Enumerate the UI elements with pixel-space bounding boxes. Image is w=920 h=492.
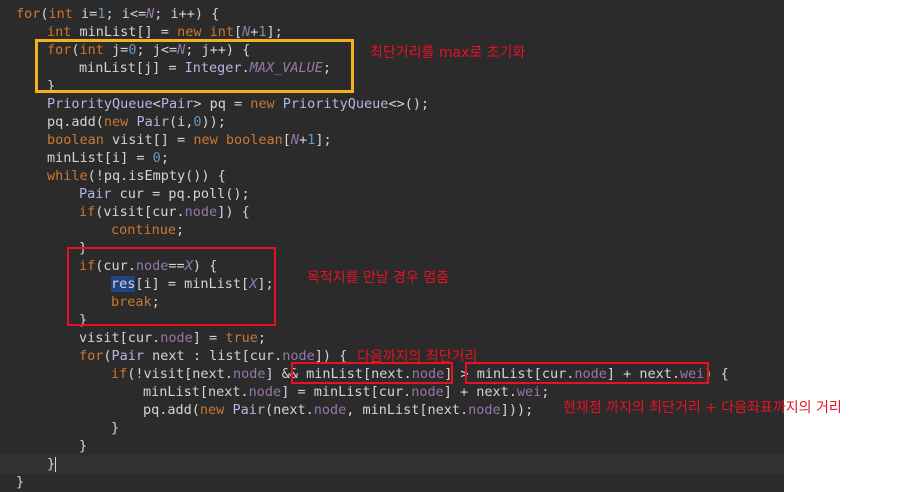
destination-check-highlight-box [67, 247, 276, 326]
code-line[interactable]: minList[i] = 0; [47, 149, 169, 167]
code-line[interactable]: pq.add(new Pair(i,0)); [47, 113, 226, 131]
next-annotation: 다음까지의 최단거리 [357, 349, 478, 365]
code-line[interactable]: } [47, 455, 57, 473]
code-line[interactable]: for(int i=1; i<=N; i++) { [16, 5, 219, 23]
stop-annotation: 목적지를 만날 경우 멈춤 [307, 270, 450, 286]
init-loop-highlight-box [35, 39, 354, 93]
text-caret [55, 456, 57, 472]
code-line[interactable]: PriorityQueue<Pair> pq = new PriorityQue… [47, 95, 429, 113]
code-line[interactable]: pq.add(new Pair(next.node, minList[next.… [143, 401, 533, 419]
code-line[interactable]: boolean visit[] = new boolean[N+1]; [47, 131, 332, 149]
current-annotation: 현재점 까지의 최단거리 + 다음좌표까지의 거리 [563, 400, 842, 416]
code-line[interactable]: } [111, 419, 119, 437]
code-line[interactable]: while(!pq.isEmpty()) { [47, 167, 226, 185]
code-line[interactable]: continue; [111, 221, 184, 239]
code-line[interactable]: visit[cur.node] = true; [79, 329, 266, 347]
code-line[interactable]: Pair cur = pq.poll(); [79, 185, 250, 203]
code-line[interactable]: minList[next.node] = minList[cur.node] +… [143, 383, 549, 401]
code-line[interactable]: } [16, 473, 24, 491]
code-line[interactable]: if(visit[cur.node]) { [79, 203, 250, 221]
code-line[interactable]: } [79, 437, 87, 455]
init-annotation: 최단거리를 max로 초기화 [370, 45, 526, 61]
current-line[interactable] [0, 455, 784, 473]
current-plus-weight-highlight-box [465, 362, 709, 384]
